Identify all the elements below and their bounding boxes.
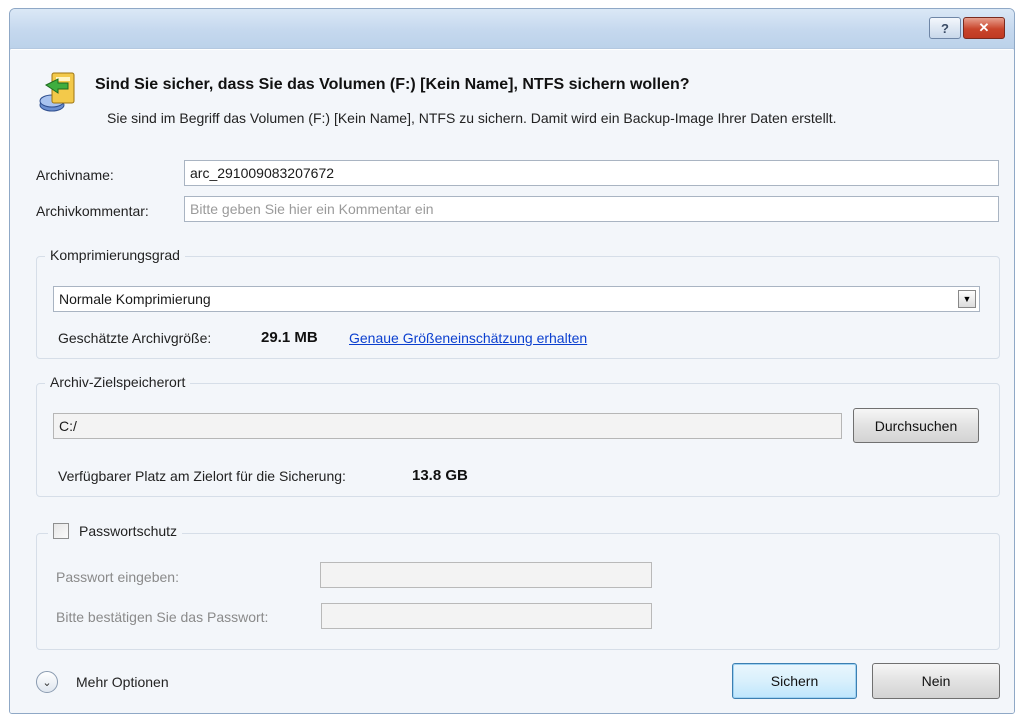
- destination-group-title: Archiv-Zielspeicherort: [45, 374, 191, 390]
- password-checkbox[interactable]: [53, 523, 69, 539]
- backup-dialog: ? ✕ Sind Sie sicher, dass Sie das Volume…: [9, 8, 1015, 714]
- browse-button[interactable]: Durchsuchen: [853, 408, 979, 443]
- title-bar: ? ✕: [10, 9, 1014, 49]
- help-button[interactable]: ?: [929, 17, 961, 39]
- destination-path-value: C:/: [59, 418, 77, 434]
- archive-comment-input[interactable]: Bitte geben Sie hier ein Kommentar ein: [184, 196, 999, 222]
- available-space-label: Verfügbarer Platz am Zielort für die Sic…: [58, 468, 346, 484]
- password-enter-label: Passwort eingeben:: [56, 569, 179, 585]
- dialog-title: Sind Sie sicher, dass Sie das Volumen (F…: [95, 76, 690, 93]
- password-confirm-label: Bitte bestätigen Sie das Passwort:: [56, 609, 269, 625]
- compression-group-title: Komprimierungsgrad: [45, 247, 185, 263]
- help-icon: ?: [941, 20, 949, 36]
- archive-name-value: arc_291009083207672: [190, 165, 335, 181]
- password-group-header: Passwortschutz: [48, 523, 183, 539]
- chevron-down-icon: ▼: [958, 290, 976, 308]
- cancel-button[interactable]: Nein: [872, 663, 1000, 699]
- archive-name-input[interactable]: arc_291009083207672: [184, 160, 999, 186]
- password-input[interactable]: [320, 562, 652, 588]
- password-checkbox-label[interactable]: Passwortschutz: [79, 523, 177, 539]
- password-confirm-input[interactable]: [321, 603, 652, 629]
- archive-comment-placeholder: Bitte geben Sie hier ein Kommentar ein: [190, 201, 434, 217]
- more-options-label[interactable]: Mehr Optionen: [76, 674, 169, 690]
- compression-select[interactable]: Normale Komprimierung ▼: [53, 286, 980, 312]
- archive-name-label: Archivname:: [36, 167, 114, 183]
- close-icon: ✕: [978, 20, 990, 35]
- estimated-size-label: Geschätzte Archivgröße:: [58, 330, 212, 346]
- available-space-value: 13.8 GB: [412, 467, 468, 484]
- password-group: [36, 533, 1000, 650]
- chevron-double-down-icon: ⌄: [42, 676, 52, 689]
- compression-selected-value: Normale Komprimierung: [59, 291, 211, 307]
- exact-estimate-link[interactable]: Genaue Größeneinschätzung erhalten: [349, 330, 587, 346]
- close-button[interactable]: ✕: [963, 17, 1005, 39]
- dialog-body: Sind Sie sicher, dass Sie das Volumen (F…: [10, 50, 1014, 713]
- backup-volume-icon: [39, 72, 75, 112]
- backup-confirm-button[interactable]: Sichern: [732, 663, 857, 699]
- dialog-description: Sie sind im Begriff das Volumen (F:) [Ke…: [107, 110, 837, 126]
- more-options-toggle[interactable]: ⌄: [36, 671, 58, 693]
- destination-path-input[interactable]: C:/: [53, 413, 842, 439]
- archive-comment-label: Archivkommentar:: [36, 203, 149, 219]
- estimated-size-value: 29.1 MB: [261, 329, 318, 346]
